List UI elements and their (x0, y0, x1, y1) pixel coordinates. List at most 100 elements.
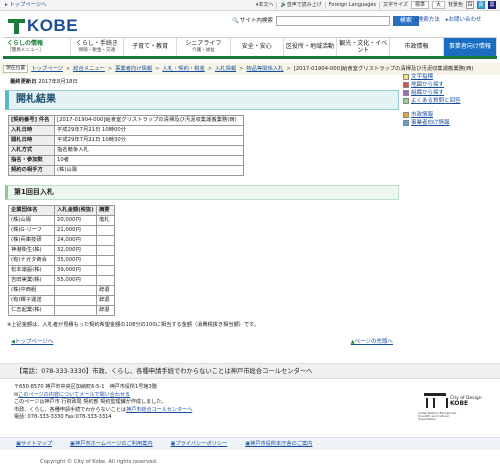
nav-item-business[interactable]: 事業者向け情報 (443, 38, 497, 56)
table-row: (株)兵庫技研 24,000円 (8, 235, 115, 246)
footer-link-usage-guide[interactable]: ▣神戸市ホームページのご利用案内 (70, 441, 152, 450)
red-square-icon (403, 82, 409, 88)
bidder-name: (株)兵庫技研 (8, 235, 55, 246)
site-search: 🔍 サイト内検索 検索 (232, 16, 419, 26)
bidder-name: (株)中西組 (8, 285, 55, 296)
contact-link[interactable]: ▸お問い合わせ (446, 17, 482, 24)
sidebar-item-text-index[interactable]: 文字指標 (403, 73, 495, 81)
sidebar-item-faq[interactable]: よくある質問と回答 (403, 97, 495, 105)
table-row: 神港衛生(株) 32,000円 (8, 245, 115, 256)
table-row: 指名・参加数 10者 (8, 155, 244, 166)
footer-link-sitemap[interactable]: ▣サイトマップ (16, 441, 52, 450)
breadcrumb-item[interactable]: 入札情報 (215, 66, 236, 73)
to-top-page-link[interactable]: ◀トップページへ (11, 339, 53, 346)
row-label: 開札日時 (8, 135, 55, 146)
sidebar-item-map[interactable]: 地図から探す (403, 81, 495, 89)
copyright: Copyright © City of Kobe. All rights res… (40, 459, 158, 465)
sidebar-item-organization[interactable]: 組織から探す (403, 89, 495, 97)
utility-links: ▾本文へ 🔊音声で読み上げ Foreign Languages 文字サイズ 標準… (256, 1, 496, 10)
chevron-right-icon: > (286, 65, 291, 72)
kobe-logo-icon (8, 18, 25, 34)
nav-item-tourism[interactable]: 観光・文化・イベント (337, 38, 391, 56)
row-label: 指名・参加数 (8, 155, 55, 166)
bidder-name: 松本運設(株) (8, 265, 55, 276)
call-center-link[interactable]: 神戸市総合コールセンターへ (126, 407, 192, 413)
skip-to-content-link[interactable]: ▾本文へ (256, 2, 274, 8)
to-page-top-link[interactable]: ▲ページの先頭へ (351, 339, 393, 346)
bid-remark: 辞退 (96, 305, 115, 316)
page-author-text: このページは神戸市 行財政局 契約部 契約監理課が作成しました。 (14, 399, 167, 406)
header-links: ▸検索方法 ▸お問い合わせ (415, 17, 482, 24)
kobe-logo[interactable]: KOBE (8, 15, 78, 36)
column-header: 摘要 (96, 205, 115, 216)
sidebar-item-city-info[interactable]: 市政情報 (403, 111, 495, 119)
breadcrumb-item[interactable]: 入札・契約・税金 (162, 66, 204, 73)
page-title: 開札結果 (5, 90, 399, 110)
breadcrumb-item[interactable]: 物品等関係入札 (246, 66, 283, 73)
foreign-languages-link[interactable]: Foreign Languages (329, 2, 376, 8)
search-input[interactable] (275, 16, 390, 26)
row-label: 契約の相手方 (8, 165, 55, 176)
bid-remark (96, 245, 115, 256)
nav-item-life-info[interactable]: くらしの情報 ［簡易メニュー］ (3, 38, 71, 56)
footer-link-privacy[interactable]: ▣プライバシーポリシー (171, 441, 228, 450)
search-help-link[interactable]: ▸検索方法 (415, 17, 440, 24)
bid-remark: 辞退 (96, 285, 115, 296)
sidebar-item-business[interactable]: 事業者向け情報 (403, 119, 495, 127)
row-value: [2017-01904-000]給食室グリストラップの清掃及び汚泥収集運搬業務(… (54, 115, 244, 126)
divider (324, 1, 326, 9)
table-row: [契約番号] 件名 [2017-01904-000]給食室グリストラップの清掃及び… (8, 115, 244, 126)
nav-item-childcare[interactable]: 子育て・教育 (124, 38, 178, 56)
bidder-name: 神港衛生(株) (8, 245, 55, 256)
nav-item-ward[interactable]: 区役所・地域活動 (284, 38, 338, 56)
site-header: KOBE 🔍 サイト内検索 検索 ▸検索方法 ▸お問い合わせ (0, 11, 500, 37)
bid-amount: 24,000円 (54, 235, 97, 246)
font-standard-button[interactable]: 標準 (410, 1, 429, 10)
nav-item-city-info[interactable]: 市政情報 (390, 38, 444, 56)
breadcrumb-item[interactable]: 事業者向け情報 (115, 66, 152, 73)
bidder-name: 吉田実業(株) (8, 275, 55, 286)
breadcrumb-item[interactable]: 総合メニュー (73, 66, 105, 73)
bid-amount (54, 295, 97, 306)
row-value: 指名競争入札 (54, 145, 244, 156)
font-size-label: 文字サイズ (383, 2, 408, 8)
row-label: 入札日時 (8, 125, 55, 136)
bidder-name: (株)G-リーフ (8, 225, 55, 236)
unesco-city-of-design-logo: City of Design KOBE United Nations Educat… (418, 393, 482, 421)
table-row: 入札日時 平成29年7月21日 10時00分 (8, 125, 244, 136)
unesco-temple-icon (424, 393, 448, 409)
round-heading: 第1回目入札 (5, 185, 399, 200)
nav-item-senior[interactable]: シニアライフ 介護・福祉 (177, 38, 231, 56)
breadcrumb-here-label: 現在位置 (3, 65, 29, 73)
page-nav-links: ◀トップページへ ▲ページの先頭へ (5, 339, 399, 346)
nav-item-safety[interactable]: 安全・安心 (231, 38, 284, 56)
bid-amount (54, 285, 97, 296)
bid-remark (96, 225, 115, 236)
footer-links: ▣サイトマップ ▣神戸市ホームページのご利用案内 ▣プライバシーポリシー ▣神戸… (0, 437, 500, 450)
read-aloud-link[interactable]: 🔊音声で読み上げ (280, 2, 321, 8)
bidder-name: (有)ナガタ商会 (8, 255, 55, 266)
bidder-name: (有)輝子運送 (8, 295, 55, 306)
breadcrumb-item[interactable]: トップページ (31, 66, 63, 73)
table-row: 松本運設(株) 39,000円 (8, 265, 115, 276)
column-header: 入札金額(税抜) (54, 205, 97, 216)
phone-fax-text: 電話: 078-333-3330 Fax:078-333-3314 (14, 414, 112, 421)
top-page-link[interactable]: ▸ トップページへ (5, 2, 46, 9)
chevron-right-icon: > (155, 65, 160, 72)
divider (276, 1, 278, 9)
table-row: (有)ナガタ商会 35,000円 (8, 255, 115, 266)
breadcrumb-current: [2017-01904-000]給食室グリストラップの清掃及び汚泥収集運搬業務(… (293, 65, 474, 72)
footer-link-city-hall[interactable]: ▣神戸市役所本庁舎のご案内 (245, 441, 312, 450)
row-value: 平成29年7月21日 10時00分 (54, 125, 244, 136)
bg-blue-button[interactable]: 青 (477, 1, 485, 10)
bg-white-button[interactable]: 白 (466, 1, 474, 10)
green-square-icon (403, 98, 409, 104)
bidder-name: (株)山陽 (8, 215, 55, 226)
bid-amount (54, 305, 97, 316)
city-of-design-label: City of Design KOBE (450, 395, 482, 407)
bg-black-button[interactable]: 黒 (488, 1, 496, 10)
nav-item-procedures[interactable]: くらし・手続き 保険・税金・交通 (71, 38, 125, 56)
bid-remark: 落札 (96, 215, 115, 226)
font-large-button[interactable]: 大 (431, 1, 445, 10)
chevron-right-icon: > (107, 65, 113, 72)
